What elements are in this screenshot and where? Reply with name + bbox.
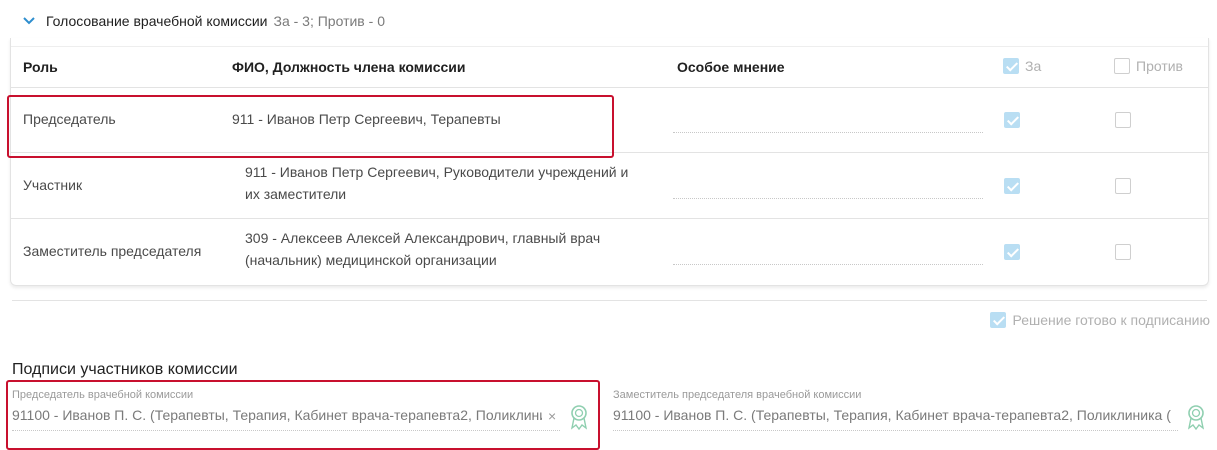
voting-section-header[interactable]: Голосование врачебной комиссии За - 3; П… — [22, 11, 385, 31]
deputy-signature-underline — [613, 430, 1178, 431]
row-member-line2: их заместители — [245, 186, 347, 202]
ready-to-sign-checkbox — [990, 312, 1007, 328]
deputy-signature-field[interactable]: Заместитель председателя врачебной комис… — [613, 384, 1211, 448]
table-row: Председатель 911 - Иванов Петр Сергеевич… — [11, 87, 1208, 153]
row-role: Председатель — [23, 111, 116, 127]
header-against: Против — [1114, 58, 1183, 74]
table-row: Участник 911 - Иванов Петр Сергеевич, Ру… — [11, 153, 1208, 219]
row-role: Участник — [23, 177, 83, 193]
header-opinion: Особое мнение — [677, 59, 785, 75]
chairman-signature-value[interactable]: 91100 - Иванов П. С. (Терапевты, Терапия… — [12, 407, 542, 423]
deputy-signature-value[interactable]: 91100 - Иванов П. С. (Терапевты, Терапия… — [613, 407, 1173, 423]
deputy-signature-label: Заместитель председателя врачебной комис… — [613, 389, 862, 401]
signatures-title: Подписи участников комиссии — [12, 361, 238, 378]
row-role: Заместитель председателя — [23, 243, 202, 259]
seal-icon[interactable] — [1185, 404, 1207, 430]
voting-summary: За - 3; Против - 0 — [273, 13, 385, 29]
header-against-label: Против — [1136, 58, 1183, 74]
header-for-checkbox — [1003, 58, 1019, 74]
opinion-field[interactable] — [673, 132, 983, 133]
ready-to-sign: Решение готово к подписанию — [990, 312, 1210, 328]
row-member-line2: (начальник) медицинской организации — [245, 252, 497, 268]
for-checkbox — [1004, 178, 1020, 194]
header-for-label: За — [1025, 58, 1042, 74]
row-member-line1: 309 - Алексеев Алексей Александрович, гл… — [245, 230, 601, 246]
header-member: ФИО, Должность члена комиссии — [232, 59, 466, 75]
table-row: Заместитель председателя 309 - Алексеев … — [11, 219, 1208, 284]
clear-icon[interactable]: × — [548, 408, 556, 424]
voting-section-title: Голосование врачебной комиссии — [46, 13, 268, 29]
chairman-signature-label: Председатель врачебной комиссии — [12, 389, 194, 401]
opinion-field[interactable] — [673, 198, 983, 199]
row-member: 911 - Иванов Петр Сергеевич, Терапевты — [232, 111, 501, 127]
row-member-line1: 911 - Иванов Петр Сергеевич, Руководител… — [245, 164, 629, 180]
for-checkbox — [1004, 112, 1020, 128]
against-checkbox[interactable] — [1115, 178, 1131, 194]
for-checkbox — [1004, 244, 1020, 260]
section-divider — [12, 300, 1207, 301]
table-header: Роль ФИО, Должность члена комиссии Особо… — [11, 46, 1208, 88]
header-role: Роль — [23, 59, 58, 75]
against-checkbox[interactable] — [1115, 244, 1131, 260]
voting-table: Роль ФИО, Должность члена комиссии Особо… — [10, 38, 1209, 286]
header-for: За — [1003, 58, 1041, 74]
header-against-checkbox — [1114, 58, 1130, 74]
chairman-signature-underline — [12, 430, 560, 431]
chevron-down-icon[interactable] — [22, 14, 36, 28]
against-checkbox[interactable] — [1115, 112, 1131, 128]
opinion-field[interactable] — [673, 264, 983, 265]
ready-to-sign-label: Решение готово к подписанию — [1012, 312, 1210, 328]
chairman-signature-field[interactable]: Председатель врачебной комиссии 91100 - … — [12, 384, 592, 448]
seal-icon[interactable] — [568, 404, 590, 430]
